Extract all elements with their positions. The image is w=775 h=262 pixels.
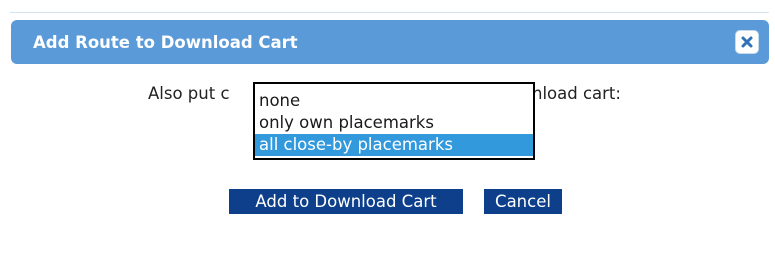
divider	[10, 12, 769, 13]
add-to-download-cart-button[interactable]: Add to Download Cart	[229, 189, 463, 214]
dialog-title: Add Route to Download Cart	[33, 33, 298, 52]
dropdown-option-none[interactable]: none	[255, 90, 533, 112]
dialog-titlebar: Add Route to Download Cart	[11, 20, 769, 64]
dropdown-option-own-placemarks[interactable]: only own placemarks	[255, 112, 533, 134]
close-icon	[740, 35, 754, 49]
prompt-text-start: Also put c	[148, 84, 230, 103]
cancel-button[interactable]: Cancel	[484, 189, 562, 214]
dropdown-option-close-by-placemarks[interactable]: all close-by placemarks	[255, 134, 533, 156]
close-button[interactable]	[735, 30, 759, 54]
add-route-dialog: Add Route to Download Cart Also put c nl…	[0, 0, 775, 262]
prompt-text-end: nload cart:	[532, 84, 621, 103]
placemark-dropdown-list[interactable]: none only own placemarks all close-by pl…	[253, 82, 535, 160]
